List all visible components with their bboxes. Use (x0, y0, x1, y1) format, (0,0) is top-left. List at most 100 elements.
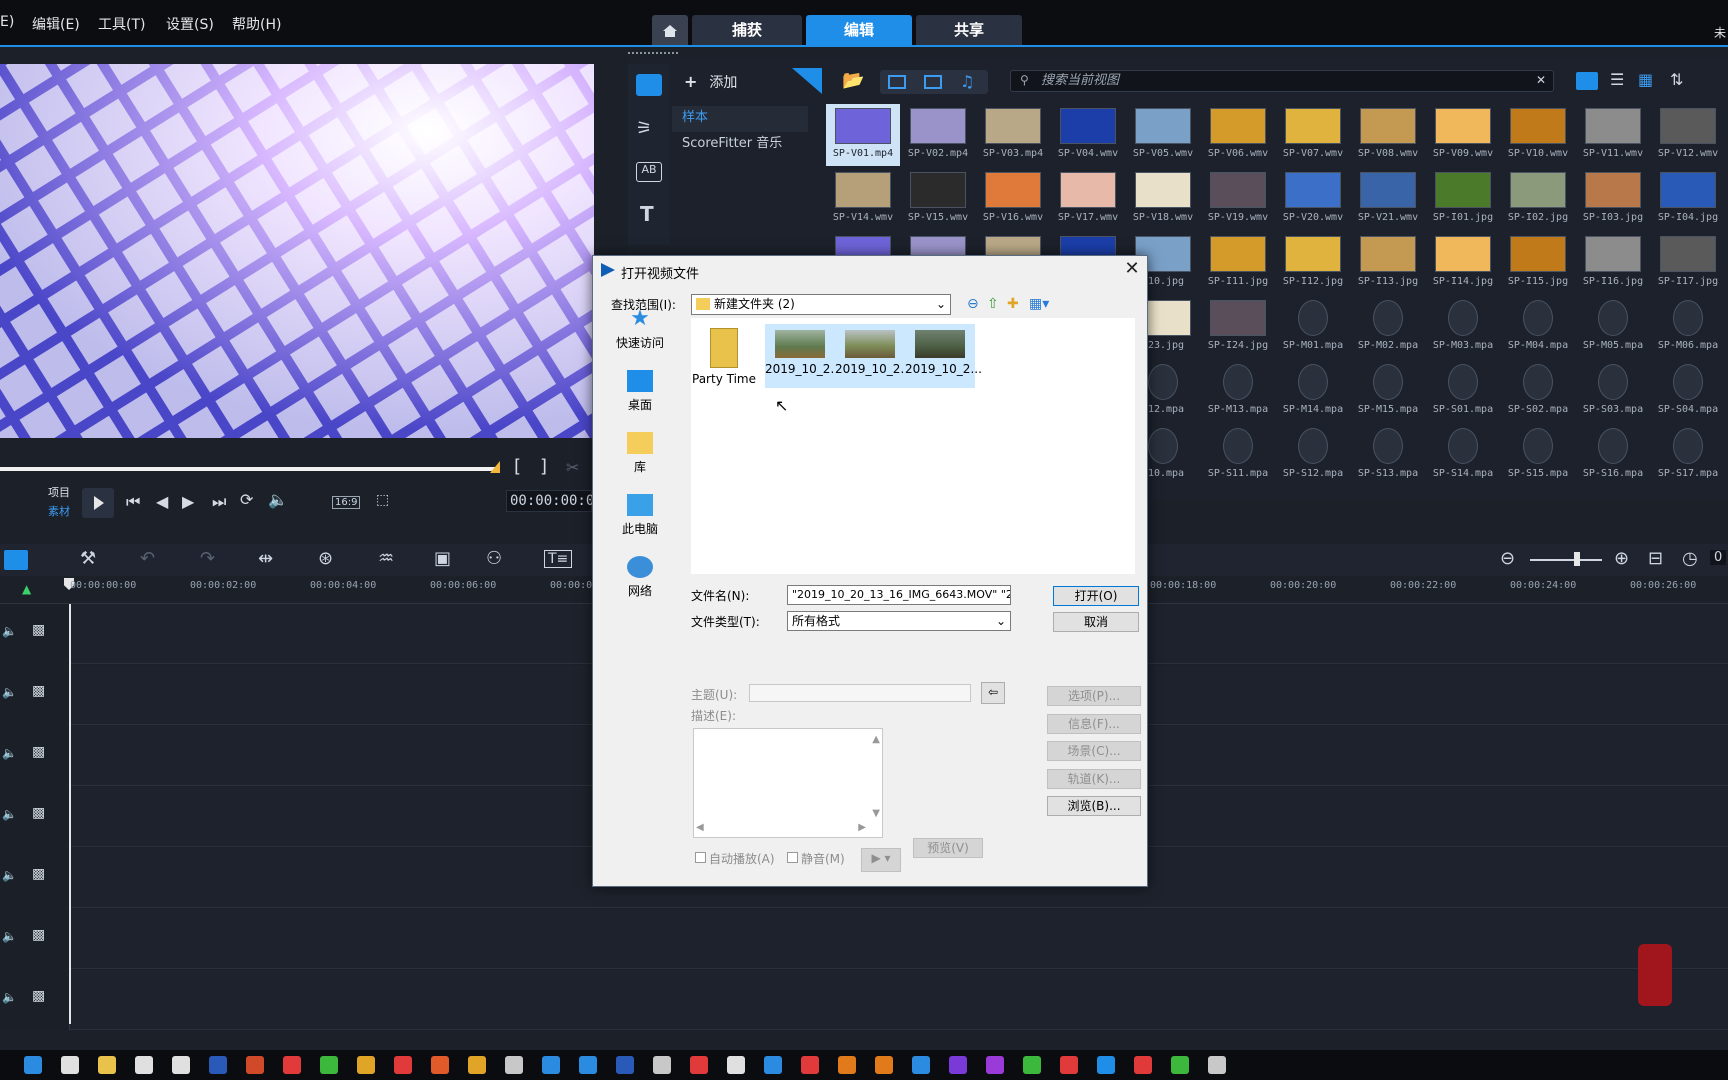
file-item-video[interactable]: 2019_10_2... (835, 324, 912, 388)
library-thumbnail[interactable]: SP-M03.mpa (1426, 296, 1500, 358)
category-scorefitter[interactable]: ScoreFitter 音乐 (672, 132, 808, 158)
zoom-out-icon[interactable]: ⊖ (1500, 548, 1515, 569)
taskbar-app-icon[interactable] (431, 1056, 449, 1074)
tab-capture[interactable]: 捕获 (692, 15, 802, 46)
fit-project-icon[interactable]: ⇹ (258, 548, 273, 569)
library-thumbnail[interactable]: SP-M14.mpa (1276, 360, 1350, 422)
add-folder-button[interactable]: + 添加 (684, 72, 737, 92)
taskbar-app-icon[interactable] (1171, 1056, 1189, 1074)
place-this-pc[interactable]: 此电脑 (607, 494, 673, 537)
zoom-slider-track[interactable] (1530, 559, 1602, 561)
library-thumbnail[interactable]: SP-S01.mpa (1426, 360, 1500, 422)
panel-grip[interactable] (628, 52, 678, 58)
library-thumbnail[interactable]: SP-V15.wmv (901, 168, 975, 230)
record-capture-icon[interactable]: ⊛ (318, 548, 333, 569)
fit-timeline-icon[interactable]: ⊟ (1648, 548, 1663, 569)
scroll-left-icon[interactable]: ◀ (696, 819, 704, 837)
track-ripple-icon[interactable]: ▩ (32, 744, 45, 760)
view-list-icon[interactable]: ☰ (1610, 70, 1624, 89)
clock-icon[interactable]: ◷ (1682, 548, 1698, 569)
library-thumbnail[interactable]: SP-I12.jpg (1276, 232, 1350, 294)
menu-settings[interactable]: 设置(S) (166, 14, 214, 34)
track-audio-icon[interactable]: 🔈 (2, 746, 17, 760)
taskbar-app-icon[interactable] (653, 1056, 671, 1074)
scissors-icon[interactable]: ✂ (566, 458, 579, 477)
timeline-view-icon[interactable] (4, 550, 28, 570)
motion-tracking-icon[interactable]: ⚇ (486, 548, 502, 569)
taskbar-app-icon[interactable] (1134, 1056, 1152, 1074)
library-thumbnail[interactable]: SP-V10.wmv (1501, 104, 1575, 166)
cancel-button[interactable]: 取消 (1053, 612, 1139, 632)
tab-share[interactable]: 共享 (916, 15, 1022, 46)
info-button[interactable]: 信息(F)... (1047, 714, 1141, 734)
library-thumbnail[interactable]: SP-V06.wmv (1201, 104, 1275, 166)
mute-checkbox[interactable] (787, 852, 798, 863)
taskbar-app-icon[interactable] (135, 1056, 153, 1074)
library-thumbnail[interactable]: SP-S12.mpa (1276, 424, 1350, 486)
preview-window[interactable] (0, 64, 594, 438)
play-preview-button[interactable]: ▶ ▾ (861, 848, 901, 872)
zoom-in-icon[interactable]: ⊕ (1614, 548, 1629, 569)
library-thumbnail[interactable]: SP-I16.jpg (1576, 232, 1650, 294)
taskbar-app-icon[interactable] (468, 1056, 486, 1074)
file-item-video[interactable]: 2019_10_2... (765, 324, 842, 388)
scene-button[interactable]: 场景(C)... (1047, 741, 1141, 761)
media-library-icon[interactable] (636, 74, 662, 96)
subject-input[interactable] (749, 684, 971, 702)
tab-edit[interactable]: 编辑 (806, 15, 912, 46)
clear-search-icon[interactable]: ✕ (1536, 73, 1546, 87)
category-samples[interactable]: 样本 (672, 106, 808, 132)
back-icon[interactable]: ⊖ (967, 296, 979, 312)
zoom-slider-thumb[interactable] (1574, 552, 1580, 566)
file-item-video[interactable]: 2019_10_2... (905, 324, 982, 388)
taskbar-app-icon[interactable] (1023, 1056, 1041, 1074)
taskbar-app-icon[interactable] (727, 1056, 745, 1074)
track-audio-icon[interactable]: 🔈 (2, 868, 17, 882)
library-thumbnail[interactable]: SP-M15.mpa (1351, 360, 1425, 422)
track-audio-icon[interactable]: 🔈 (2, 929, 17, 943)
library-thumbnail[interactable]: SP-S04.mpa (1651, 360, 1725, 422)
library-thumbnail[interactable]: SP-S03.mpa (1576, 360, 1650, 422)
library-thumbnail[interactable]: SP-I17.jpg (1651, 232, 1725, 294)
taskbar-app-icon[interactable] (616, 1056, 634, 1074)
taskbar-app-icon[interactable] (320, 1056, 338, 1074)
track-audio-icon[interactable]: 🔈 (2, 624, 17, 638)
place-desktop[interactable]: 桌面 (607, 370, 673, 413)
zoom-value[interactable]: 0 (1710, 550, 1727, 565)
add-track-icon[interactable]: ▲ (22, 582, 31, 596)
timeline-track[interactable]: 🔈 ▩ (0, 970, 1728, 1030)
autoplay-checkbox[interactable] (695, 852, 706, 863)
taskbar-app-icon[interactable] (764, 1056, 782, 1074)
library-thumbnail[interactable]: SP-V17.wmv (1051, 168, 1125, 230)
track-ripple-icon[interactable]: ▩ (32, 988, 45, 1004)
menu-help[interactable]: 帮助(H) (232, 14, 281, 34)
mark-in-button[interactable]: [ (514, 456, 521, 477)
track-ripple-icon[interactable]: ▩ (32, 683, 45, 699)
library-thumbnail[interactable]: SP-S15.mpa (1501, 424, 1575, 486)
redo-icon[interactable]: ↷ (200, 548, 215, 569)
view-thumbnail-icon[interactable] (1576, 72, 1598, 90)
go-to-end-icon[interactable]: ⏭ (212, 492, 226, 512)
taskbar-app-icon[interactable] (1208, 1056, 1226, 1074)
taskbar-app-icon[interactable] (98, 1056, 116, 1074)
previous-frame-icon[interactable]: ◀ (156, 492, 168, 511)
crop-icon[interactable]: ⬚ (376, 492, 389, 508)
library-thumbnail[interactable]: SP-M04.mpa (1501, 296, 1575, 358)
taskbar-app-icon[interactable] (246, 1056, 264, 1074)
track-audio-icon[interactable]: 🔈 (2, 807, 17, 821)
track-button[interactable]: 轨道(K)... (1047, 769, 1141, 789)
library-thumbnail[interactable]: SP-I11.jpg (1201, 232, 1275, 294)
undo-icon[interactable]: ↶ (140, 548, 155, 569)
library-thumbnail[interactable]: SP-V09.wmv (1426, 104, 1500, 166)
taskbar-app-icon[interactable] (949, 1056, 967, 1074)
place-network[interactable]: 网络 (607, 556, 673, 599)
options-button[interactable]: 选项(P)... (1047, 686, 1141, 706)
library-thumbnail[interactable]: SP-V14.wmv (826, 168, 900, 230)
library-thumbnail[interactable]: SP-S16.mpa (1576, 424, 1650, 486)
taskbar-app-icon[interactable] (801, 1056, 819, 1074)
lookin-select[interactable]: 新建文件夹 (2) ⌄ (691, 294, 951, 315)
taskbar-app-icon[interactable] (838, 1056, 856, 1074)
library-thumbnail[interactable]: SP-V11.wmv (1576, 104, 1650, 166)
filename-input[interactable]: "2019_10_20_13_16_IMG_6643.MOV" "2019 (787, 585, 1011, 605)
taskbar-app-icon[interactable] (24, 1056, 42, 1074)
